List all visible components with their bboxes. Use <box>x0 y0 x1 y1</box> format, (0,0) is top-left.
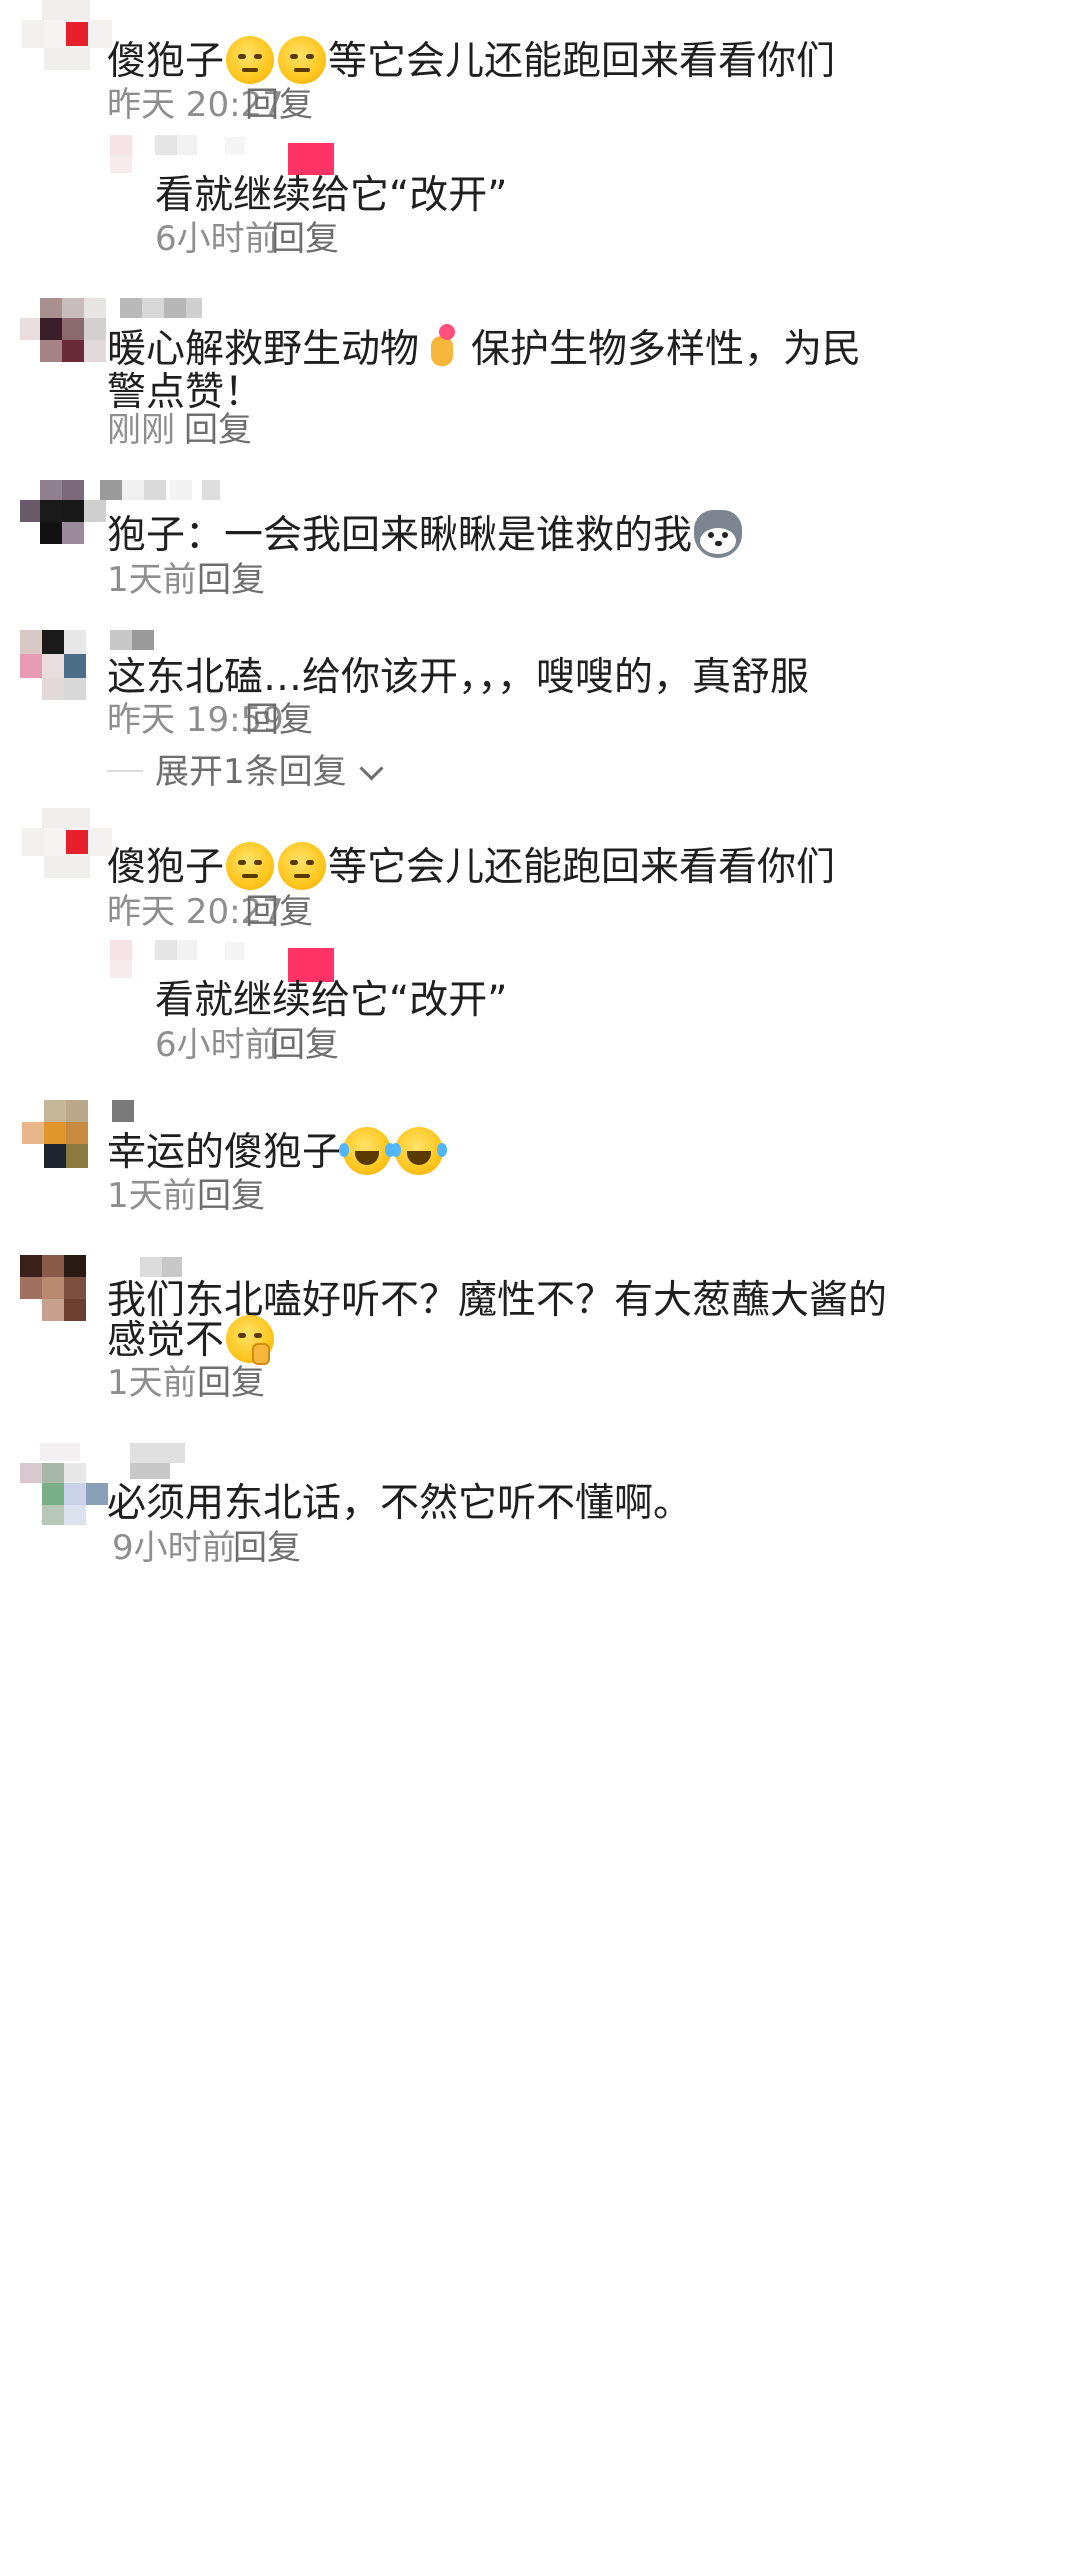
reply-button[interactable]: 回复 <box>233 1528 301 1568</box>
avatar[interactable] <box>22 0 112 70</box>
reply-button[interactable]: 回复 <box>271 1025 339 1065</box>
reply-button[interactable]: 回复 <box>271 219 339 259</box>
comment-text: 这东北磕…给你该开，，，嗖嗖的，真舒服 <box>107 655 810 700</box>
heart-hand-icon <box>421 324 469 372</box>
comment-time: 6小时前 <box>155 219 279 259</box>
smirk-face-icon <box>226 36 275 84</box>
comment-time: 1天前 <box>107 1363 197 1403</box>
reply-text: 看就继续给它“改开” <box>155 173 508 218</box>
reply-button[interactable]: 回复 <box>197 1363 265 1403</box>
expand-replies-button[interactable]: 展开1条回复 <box>155 752 384 792</box>
shushing-face-icon <box>226 1315 275 1365</box>
comment-time: 9小时前 <box>112 1528 236 1568</box>
smirk-face-icon <box>226 842 275 890</box>
comment-time: 1天前 <box>107 1176 197 1216</box>
laughing-tears-icon <box>339 1127 396 1175</box>
reply-button[interactable]: 回复 <box>197 1176 265 1216</box>
comment-time: 1天前 <box>107 560 197 600</box>
reply-text: 看就继续给它“改开” <box>155 978 508 1023</box>
laughing-tears-icon <box>391 1127 448 1175</box>
comment-text-line2: 感觉不 <box>107 1313 276 1369</box>
chevron-down-icon <box>359 756 384 781</box>
comment-text: 狍子：一会我回来瞅瞅是谁救的我 <box>107 508 744 564</box>
smirk-face-icon <box>278 842 327 890</box>
comment-text: 必须用东北话，不然它听不懂啊。 <box>107 1481 693 1526</box>
smirk-face-icon <box>278 36 327 84</box>
reply-button[interactable]: 回复 <box>245 85 313 125</box>
comment-text: 傻狍子 等它会儿还能跑回来看看你们 <box>107 34 835 90</box>
expand-replies-divider <box>107 770 143 772</box>
reply-button[interactable]: 回复 <box>197 560 265 600</box>
reply-button[interactable]: 回复 <box>245 700 313 740</box>
comment-text: 幸运的傻狍子 <box>107 1125 448 1181</box>
avatar[interactable] <box>22 808 112 878</box>
comment-text: 傻狍子 等它会儿还能跑回来看看你们 <box>107 840 835 896</box>
reply-button[interactable]: 回复 <box>184 410 252 450</box>
husky-face-icon <box>694 510 743 558</box>
reply-button[interactable]: 回复 <box>245 892 313 932</box>
comment-time: 刚刚 <box>107 410 175 450</box>
comment-time: 6小时前 <box>155 1025 279 1065</box>
